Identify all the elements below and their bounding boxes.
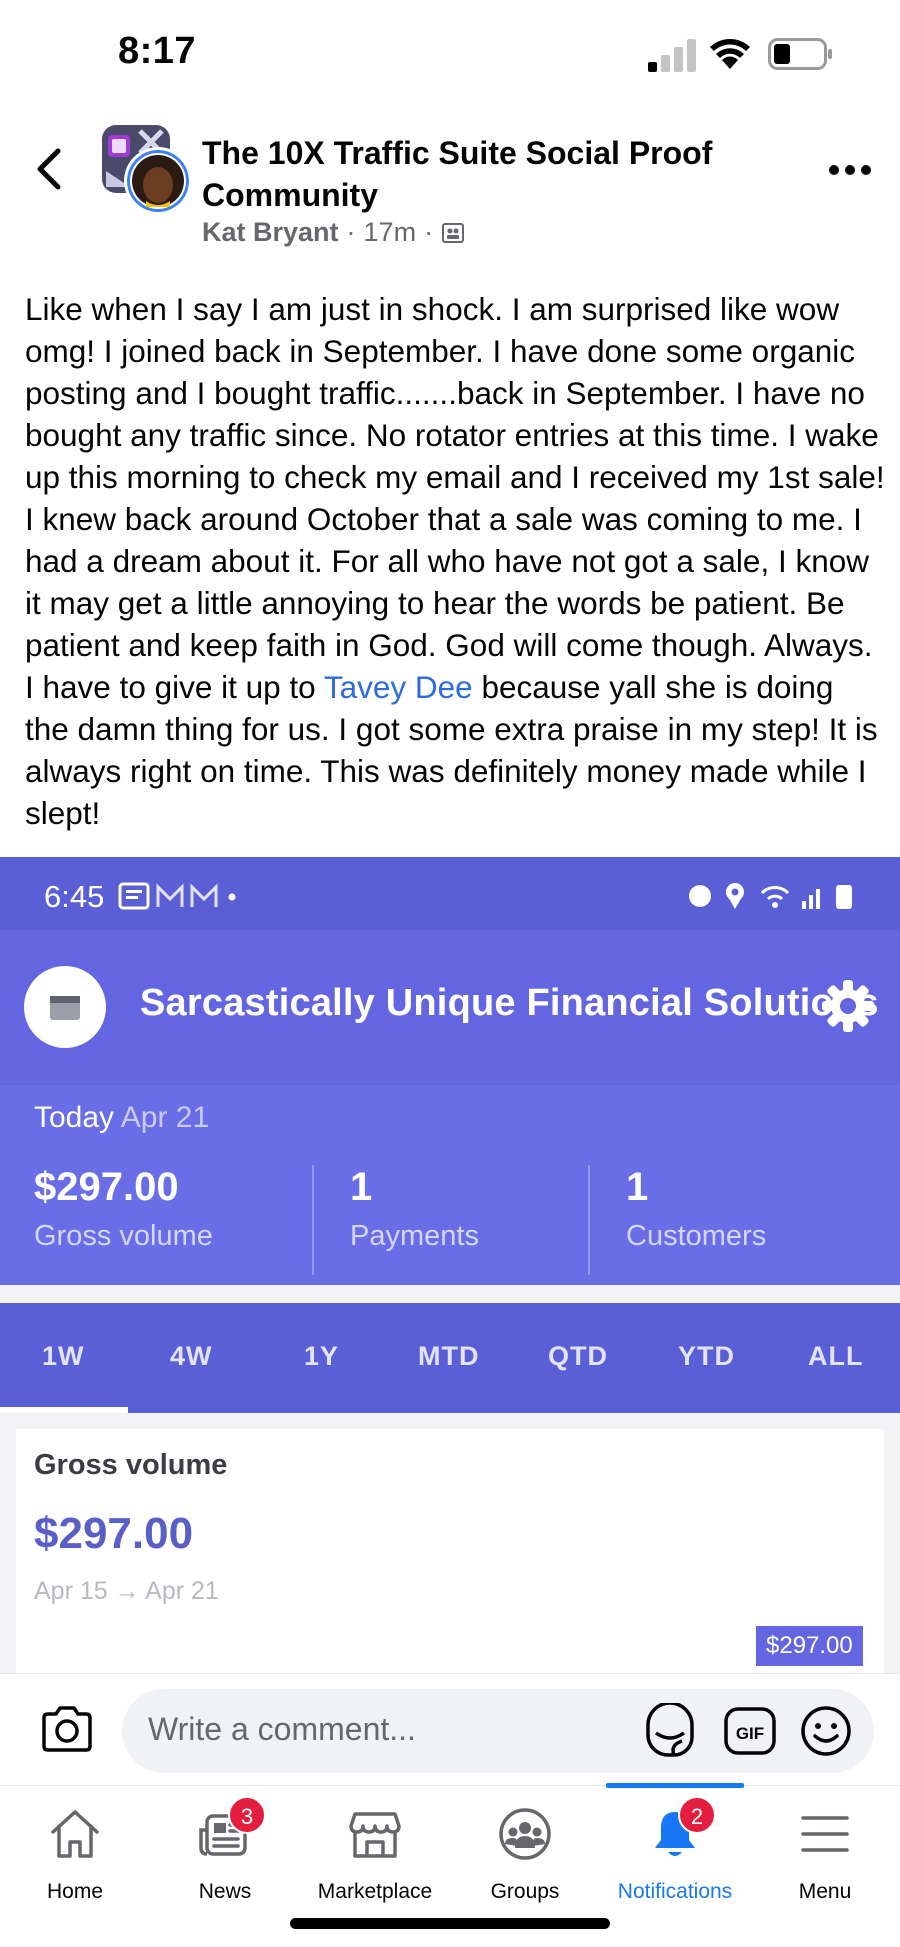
stat-divider <box>588 1165 590 1275</box>
group-avatar[interactable] <box>100 123 196 219</box>
tab-4w: 4W <box>170 1341 213 1371</box>
post-text: Like when I say I am just in shock. I am… <box>25 291 885 705</box>
nav-menu[interactable]: Menu <box>750 1786 900 1926</box>
nav-label: News <box>198 1880 252 1903</box>
nav-marketplace[interactable]: Marketplace <box>300 1786 450 1926</box>
post-image[interactable]: 6:45 Sarcastically Unique Financial Solu… <box>0 857 900 1673</box>
group-privacy-icon <box>442 222 465 243</box>
sticker-icon[interactable] <box>642 1703 698 1759</box>
nav-label: Groups <box>490 1880 560 1903</box>
card-title: Gross volume <box>34 1449 228 1481</box>
author-name[interactable]: Kat Bryant <box>202 217 339 248</box>
today-label: Today Apr 21 <box>34 1101 210 1134</box>
nav-label: Notifications <box>617 1880 733 1903</box>
mention-link[interactable]: Tavey Dee <box>324 669 473 705</box>
tab-mtd: MTD <box>418 1341 480 1371</box>
status-time: 8:17 <box>118 30 197 72</box>
nav-news[interactable]: 3 News <box>150 1786 300 1926</box>
svg-text:GIF: GIF <box>736 1724 764 1743</box>
tab-1y: 1Y <box>304 1341 340 1371</box>
more-options-icon[interactable] <box>828 160 872 180</box>
stat-divider <box>312 1165 314 1275</box>
image-period-tabs: 1W 4W 1Y MTD QTD YTD ALL <box>0 1303 900 1413</box>
back-arrow-icon[interactable] <box>30 145 70 193</box>
gif-icon[interactable]: GIF <box>722 1703 778 1759</box>
image-status-bar: 6:45 <box>0 857 900 930</box>
home-icon <box>51 1810 99 1858</box>
meta-separator: · <box>346 217 356 247</box>
active-tab-indicator <box>0 1407 128 1413</box>
news-badge: 3 <box>228 1796 266 1834</box>
emoji-icon[interactable] <box>798 1703 854 1759</box>
battery-icon <box>768 38 832 70</box>
nav-label: Menu <box>798 1880 852 1903</box>
post-meta: Kat Bryant · 17m · <box>202 217 465 248</box>
post-time: 17m <box>363 217 417 247</box>
nav-label: Home <box>46 1880 104 1903</box>
home-indicator <box>290 1918 610 1929</box>
stat-label: Customers <box>626 1220 767 1252</box>
nav-home[interactable]: Home <box>0 1786 150 1926</box>
camera-icon[interactable] <box>40 1704 94 1754</box>
stat-label: Payments <box>350 1220 479 1252</box>
menu-icon <box>801 1816 849 1852</box>
comment-bar: Write a comment... GIF <box>0 1673 900 1785</box>
stat-label: Gross volume <box>34 1220 213 1252</box>
nav-notifications[interactable]: 2 Notifications <box>600 1786 750 1926</box>
nav-label: Marketplace <box>317 1880 433 1903</box>
image-status-time: 6:45 <box>44 879 105 914</box>
tab-ytd: YTD <box>678 1341 735 1371</box>
image-stats-panel: Today Apr 21 $297.00 Gross volume 1 Paym… <box>0 1085 900 1285</box>
tab-qtd: QTD <box>548 1341 608 1371</box>
status-bar: 8:17 <box>0 0 900 110</box>
marketplace-icon <box>349 1812 401 1858</box>
meta-separator: · <box>424 217 434 247</box>
image-system-icons <box>689 883 852 909</box>
stat-value: $297.00 <box>34 1165 179 1209</box>
notifications-badge: 2 <box>678 1796 716 1834</box>
tab-all: ALL <box>808 1341 864 1371</box>
card-value: $297.00 <box>34 1509 194 1558</box>
post-body: Like when I say I am just in shock. I am… <box>25 288 885 834</box>
wifi-icon <box>710 39 750 69</box>
store-name: Sarcastically Unique Financial Solutions <box>140 982 879 1024</box>
group-title[interactable]: The 10X Traffic Suite Social Proof Commu… <box>202 132 762 216</box>
stat-gross-volume: $297.00 Gross volume <box>34 1165 213 1253</box>
gear-icon <box>822 980 874 1032</box>
post-header: The 10X Traffic Suite Social Proof Commu… <box>0 115 900 265</box>
groups-icon <box>499 1808 551 1860</box>
nav-groups[interactable]: Groups <box>450 1786 600 1926</box>
comment-input[interactable]: Write a comment... GIF <box>122 1689 874 1773</box>
tab-1w: 1W <box>42 1341 85 1371</box>
stat-value: 1 <box>350 1165 373 1209</box>
stat-payments: 1 Payments <box>350 1165 479 1253</box>
stat-customers: 1 Customers <box>626 1165 766 1253</box>
store-icon <box>24 966 106 1048</box>
image-notification-icons <box>118 882 236 910</box>
gross-volume-card: Gross volume $297.00 Apr 15 → Apr 21 $29… <box>16 1429 884 1673</box>
card-date-range: Apr 15 → Apr 21 <box>34 1577 219 1605</box>
today-date: Apr 21 <box>120 1101 210 1134</box>
stat-value: 1 <box>626 1165 649 1209</box>
chart-tooltip: $297.00 <box>756 1626 863 1666</box>
comment-placeholder: Write a comment... <box>148 1711 416 1747</box>
